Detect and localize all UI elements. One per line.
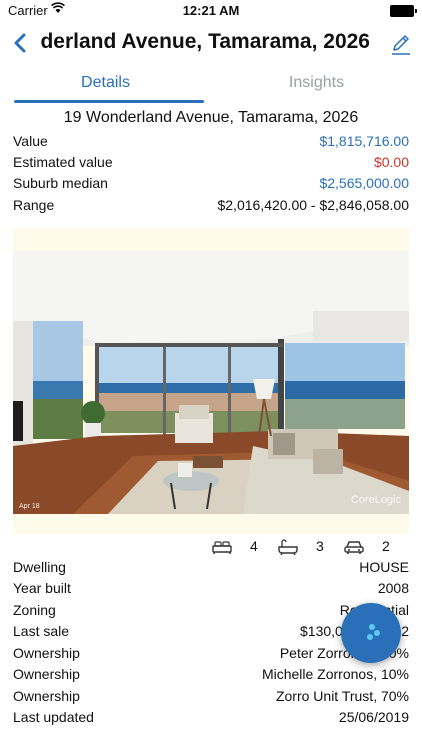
- ownership-label: Ownership: [13, 666, 80, 682]
- fab-dot-icon: [367, 634, 373, 640]
- ownership-value: Zorro Unit Trust, 70%: [275, 688, 409, 704]
- clock: 12:21 AM: [182, 3, 240, 18]
- estimated-value-row: Estimated value $0.00: [13, 154, 409, 174]
- battery-icon: [390, 5, 417, 17]
- status-bar: Carrier 12:21 AM: [0, 0, 422, 22]
- property-address: 19 Wonderland Avenue, Tamarama, 2026: [63, 109, 359, 126]
- nav-title: 19 Wonderland Avenue, Tamarama, 2026: [40, 30, 370, 53]
- corelogic-watermark: CoreLogic: [350, 494, 401, 506]
- baths-count: 3: [316, 538, 324, 554]
- ownership-value: Michelle Zorronos, 10%: [261, 666, 409, 682]
- more-actions-button[interactable]: [341, 603, 401, 663]
- suburb-median-amount: $2,565,000.00: [319, 175, 409, 191]
- range-row: Range $2,016,420.00 - $2,846,058.00: [13, 197, 409, 217]
- edit-button[interactable]: [390, 32, 412, 56]
- bath-icon: [278, 539, 298, 555]
- back-button[interactable]: [10, 30, 32, 56]
- fab-dot-icon: [369, 624, 375, 630]
- tab-bar: Details Insights: [0, 70, 422, 108]
- range-amount: $2,016,420.00 - $2,846,058.00: [217, 197, 409, 213]
- tab-indicator: [14, 100, 204, 103]
- dwelling-row: Dwelling HOUSE: [13, 559, 409, 579]
- tab-insights[interactable]: Insights: [211, 74, 422, 92]
- year-built-value: 2008: [377, 580, 409, 596]
- last-updated-label: Last updated: [13, 709, 94, 725]
- ownership-label: Ownership: [13, 688, 80, 704]
- last-updated-row: Last updated 25/06/2019: [13, 709, 409, 729]
- range-label: Range: [13, 197, 55, 213]
- suburb-median-label: Suburb median: [13, 175, 108, 191]
- property-photo[interactable]: Apr 18 CoreLogic: [13, 251, 409, 514]
- photo-date: Apr 18: [19, 503, 40, 510]
- last-sale-label: Last sale: [13, 623, 70, 639]
- fab-dot-icon: [374, 630, 380, 636]
- ownership-row: Ownership Michelle Zorronos, 10%: [13, 666, 409, 686]
- tab-details[interactable]: Details: [0, 74, 211, 92]
- suburb-median-row: Suburb median $2,565,000.00: [13, 175, 409, 195]
- zoning-label: Zoning: [13, 602, 56, 618]
- beds-count: 4: [250, 538, 258, 554]
- year-built-row: Year built 2008: [13, 580, 409, 600]
- estimated-value-label: Estimated value: [13, 154, 113, 170]
- last-updated-value: 25/06/2019: [338, 709, 409, 725]
- ownership-row: Ownership Zorro Unit Trust, 70%: [13, 688, 409, 708]
- dwelling-label: Dwelling: [13, 559, 66, 575]
- cars-count: 2: [382, 538, 390, 554]
- ownership-label: Ownership: [13, 645, 80, 661]
- year-built-label: Year built: [13, 580, 71, 596]
- value-label: Value: [13, 133, 48, 149]
- car-icon: [344, 541, 364, 554]
- nav-bar: 19 Wonderland Avenue, Tamarama, 2026: [0, 26, 422, 60]
- estimated-value-amount: $0.00: [373, 154, 409, 170]
- bed-icon: [212, 541, 232, 554]
- dwelling-value: HOUSE: [359, 559, 409, 575]
- value-row: Value $1,815,716.00: [13, 133, 409, 153]
- value-amount: $1,815,716.00: [319, 133, 409, 149]
